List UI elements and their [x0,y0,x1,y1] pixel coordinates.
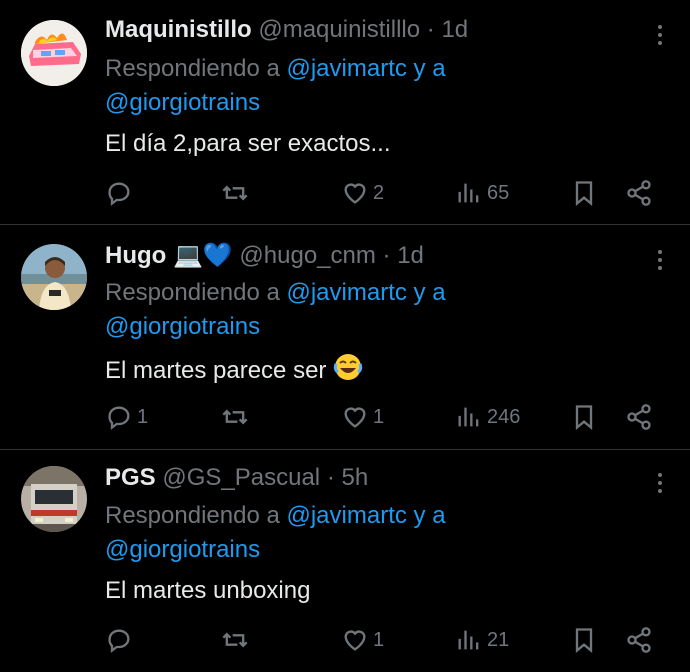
timestamp[interactable]: · 1d [383,242,424,269]
reply-context: Respondiendo a @javimartc y a @giorgiotr… [105,276,446,344]
bookmark-icon [575,181,593,206]
retweet-icon [222,409,248,425]
reply-user-link[interactable]: @giorgiotrains [105,536,260,563]
tweet[interactable]: Maquinistillo @maquinistilllo · 1d Respo… [0,0,690,224]
laughing-emoji-icon [333,354,363,380]
views-button[interactable]: 21 [455,623,509,657]
handle[interactable]: @hugo_cnm [239,242,375,269]
like-icon [344,183,366,204]
reply-and: y a [413,55,446,82]
share-button[interactable] [625,176,653,210]
reply-icon [108,629,130,653]
like-icon [344,407,366,428]
more-icon[interactable] [658,473,664,493]
tweet[interactable]: Hugo 💻💙 @hugo_cnm · 1d Respondiendo a @j… [0,225,690,449]
avatar-train-photo [21,466,87,532]
reply-context: Respondiendo a @javimartc y a @giorgiotr… [105,52,446,120]
reply-prefix: Respondiendo a [105,279,280,306]
bookmark-icon [575,405,593,430]
views-button[interactable]: 246 [455,400,520,434]
reply-user-link[interactable]: @javimartc [286,502,406,529]
timestamp[interactable]: · 5h [327,464,368,491]
avatar[interactable] [21,244,87,310]
reply-user-link[interactable]: @giorgiotrains [105,313,260,340]
reply-button[interactable] [105,623,137,657]
retweet-button[interactable] [221,176,249,210]
views-count: 246 [487,405,521,428]
reply-context: Respondiendo a @javimartc y a @giorgiotr… [105,499,446,567]
retweet-button[interactable] [221,623,249,657]
views-icon [458,407,479,427]
like-button[interactable]: 1 [341,623,384,657]
tweet-text: El martes unboxing [105,577,311,604]
like-count: 2 [373,181,385,204]
reply-button[interactable] [105,176,137,210]
display-name[interactable]: Hugo [105,242,166,269]
reply-button[interactable]: 1 [105,400,148,434]
views-icon [458,630,479,650]
reply-icon [108,182,130,206]
more-icon[interactable] [658,250,664,270]
like-button[interactable]: 2 [341,176,384,210]
share-icon [627,404,651,430]
timestamp[interactable]: · 1d [427,16,468,43]
avatar[interactable] [21,466,87,532]
retweet-icon [222,185,248,201]
views-count: 65 [487,181,510,204]
action-bar: 1 1 246 [105,400,670,434]
reply-count: 1 [137,405,149,428]
reply-user-link[interactable]: @javimartc [286,279,406,306]
like-button[interactable]: 1 [341,400,384,434]
avatar-photo [21,244,87,310]
retweet-button[interactable] [221,400,249,434]
views-count: 21 [487,628,510,651]
reply-user-link[interactable]: @giorgiotrains [105,89,260,116]
avatar[interactable] [21,20,87,86]
action-bar: 2 65 [105,176,670,210]
bookmark-button[interactable] [570,176,598,210]
views-icon [458,183,479,203]
reply-user-link[interactable]: @javimartc [286,55,406,82]
reply-prefix: Respondiendo a [105,55,280,82]
share-button[interactable] [625,623,653,657]
tweet-text: El martes parece ser [105,357,327,384]
reply-and: y a [413,279,446,306]
handle[interactable]: @GS_Pascual [162,464,320,491]
reply-and: y a [413,502,446,529]
share-icon [627,180,651,206]
handle[interactable]: @maquinistilllo [258,16,420,43]
name-emoji: 💻💙 [172,242,233,269]
display-name[interactable]: PGS [105,464,156,491]
tweet-text-container: El martes parece ser [105,352,363,386]
tweet[interactable]: PGS @GS_Pascual · 5h Respondiendo a @jav… [0,450,690,672]
views-button[interactable]: 65 [455,176,509,210]
reply-prefix: Respondiendo a [105,502,280,529]
retweet-icon [222,632,248,648]
avatar-train-image [21,20,87,86]
like-count: 1 [373,628,385,651]
bookmark-button[interactable] [570,400,598,434]
share-button[interactable] [625,400,653,434]
tweet-text: El día 2,para ser exactos... [105,130,391,157]
bookmark-button[interactable] [570,623,598,657]
action-bar: 1 21 [105,623,670,657]
like-count: 1 [373,405,385,428]
display-name[interactable]: Maquinistillo [105,16,252,43]
bookmark-icon [575,628,593,653]
share-icon [627,627,651,653]
like-icon [344,630,366,651]
more-icon[interactable] [658,25,664,45]
reply-icon [108,406,130,430]
